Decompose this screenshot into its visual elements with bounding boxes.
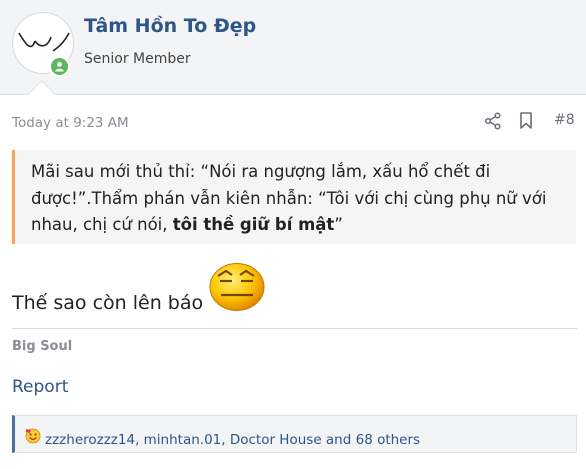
- smiley-emoji: [208, 262, 266, 316]
- username-link[interactable]: Tâm Hồn To Đẹp: [84, 15, 256, 37]
- quote-bold-text: tôi thề giữ bí mật: [172, 215, 335, 234]
- post-body-text: Thế sao còn lên báo: [12, 292, 204, 314]
- post-number-link[interactable]: #8: [554, 112, 575, 128]
- signature: Big Soul: [12, 339, 73, 354]
- quote-block: Mãi sau mới thủ thỉ: “Nói ra ngượng lắm,…: [12, 150, 576, 244]
- user-title: Senior Member: [84, 51, 191, 67]
- quote-text-end: ”: [334, 215, 343, 234]
- quote-line: được!”.Thẩm phán vẫn kiên nhẫn: “Tôi với…: [31, 188, 547, 208]
- online-status-icon: [48, 55, 70, 77]
- quote-line: Mãi sau mới thủ thỉ: “Nói ra ngượng lắm,…: [31, 162, 491, 181]
- report-link[interactable]: Report: [12, 377, 68, 397]
- reaction-emoji: [25, 428, 41, 448]
- signature-divider: [12, 328, 577, 329]
- post-timestamp[interactable]: Today at 9:23 AM: [12, 115, 129, 131]
- reactions-bar[interactable]: zzzherozzz14, minhtan.01, Doctor House a…: [12, 415, 577, 453]
- quote-line: nhau, chị cứ nói, tôi thề giữ bí mật”: [31, 212, 562, 239]
- bookmark-icon[interactable]: [518, 111, 534, 134]
- header-arrow: [28, 80, 55, 107]
- reactions-text[interactable]: zzzherozzz14, minhtan.01, Doctor House a…: [45, 432, 420, 448]
- quote-text: nhau, chị cứ nói,: [31, 215, 173, 234]
- share-icon[interactable]: [484, 112, 502, 134]
- message-user-header: Tâm Hồn To Đẹp Senior Member: [0, 0, 586, 107]
